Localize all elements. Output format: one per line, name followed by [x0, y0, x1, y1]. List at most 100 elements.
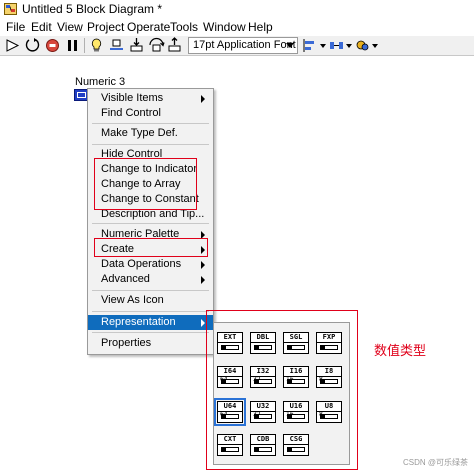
- numeric-bar-icon: [320, 379, 338, 384]
- context-menu: Visible Items Find Control Make Type Def…: [87, 88, 214, 355]
- repr-u16[interactable]: U16 16: [283, 401, 309, 423]
- repr-u32[interactable]: U32 32: [250, 401, 276, 423]
- repr-i16[interactable]: I16 16: [283, 366, 309, 388]
- menu-item-label: Data Operations: [101, 258, 182, 270]
- repr-type-label: EXT: [218, 333, 242, 343]
- run-arrow-icon[interactable]: [4, 37, 21, 54]
- step-out-icon[interactable]: [166, 37, 183, 54]
- menu-separator: [92, 123, 209, 124]
- toolbar: 17pt Application Font: [0, 36, 474, 56]
- repr-type-label: DBL: [251, 333, 275, 343]
- repr-type-label: FXP: [317, 333, 341, 343]
- numeric-bar-icon: [287, 345, 305, 350]
- run-continuous-icon[interactable]: [24, 37, 41, 54]
- chevron-down-icon: [372, 44, 378, 48]
- step-into-icon[interactable]: [128, 37, 145, 54]
- repr-sgl[interactable]: SGL: [283, 332, 309, 354]
- menu-item-label: View As Icon: [101, 294, 164, 306]
- menu-file[interactable]: File: [6, 20, 25, 34]
- numeric-bar-icon: [320, 345, 338, 350]
- numeric-bar-icon: [221, 447, 239, 452]
- repr-cxt[interactable]: CXT: [217, 434, 243, 456]
- highlight-box-create: [94, 238, 208, 257]
- numeric-bar-icon: [254, 345, 272, 350]
- abort-icon[interactable]: [44, 37, 61, 54]
- repr-type-label: SGL: [284, 333, 308, 343]
- numeric-bar-icon: [221, 379, 239, 384]
- numeric-bar-icon: [254, 414, 272, 419]
- numeric-bar-icon: [221, 345, 239, 350]
- repr-csg[interactable]: CSG: [283, 434, 309, 456]
- numeric-bar-icon: [287, 379, 305, 384]
- menu-project[interactable]: Project: [87, 20, 124, 34]
- numeric-bar-icon: [320, 414, 338, 419]
- menu-operate[interactable]: Operate: [127, 20, 170, 34]
- repr-type-label: CXT: [218, 435, 242, 445]
- menu-item-visible-items[interactable]: Visible Items: [88, 91, 213, 106]
- menu-item-advanced[interactable]: Advanced: [88, 272, 213, 287]
- chevron-down-icon: [346, 44, 352, 48]
- submenu-arrow-icon: [201, 261, 205, 269]
- repr-dbl[interactable]: DBL: [250, 332, 276, 354]
- repr-u64[interactable]: U64 64: [214, 398, 246, 426]
- submenu-arrow-icon: [201, 95, 205, 103]
- align-objects-button[interactable]: [302, 37, 326, 54]
- menu-item-data-operations[interactable]: Data Operations: [88, 257, 213, 272]
- repr-type-label: CDB: [251, 435, 275, 445]
- terminal-glyph-icon: [77, 92, 86, 98]
- title-bar: Untitled 5 Block Diagram *: [0, 0, 474, 18]
- menu-item-find-control[interactable]: Find Control: [88, 106, 213, 121]
- menu-help[interactable]: Help: [248, 20, 273, 34]
- repr-ext[interactable]: EXT: [217, 332, 243, 354]
- menu-edit[interactable]: Edit: [31, 20, 52, 34]
- repr-type-label: CSG: [284, 435, 308, 445]
- repr-i32[interactable]: I32 32: [250, 366, 276, 388]
- menu-bar: File Edit View Project Operate Tools Win…: [0, 18, 474, 36]
- repr-cdb[interactable]: CDB: [250, 434, 276, 456]
- step-over-icon[interactable]: [148, 37, 165, 54]
- block-diagram-icon: [4, 3, 17, 15]
- distribute-objects-icon: [330, 42, 343, 49]
- window-title: Untitled 5 Block Diagram *: [22, 2, 163, 16]
- numeric-bar-icon: [254, 447, 272, 452]
- numeric-bar-icon: [287, 447, 305, 452]
- menu-separator: [92, 144, 209, 145]
- menu-view[interactable]: View: [57, 20, 83, 34]
- distribute-objects-button[interactable]: [328, 37, 352, 54]
- menu-tools[interactable]: Tools: [170, 20, 198, 34]
- pause-icon[interactable]: [64, 37, 81, 54]
- annotation-text: 数值类型: [374, 343, 427, 358]
- menu-separator: [92, 332, 209, 333]
- representation-palette: EXT DBL SGL FXP I64 64 I32 32 I16 16 I8 …: [213, 322, 350, 465]
- menu-separator: [92, 311, 209, 312]
- menu-item-representation[interactable]: Representation: [88, 315, 213, 330]
- menu-item-label: Representation: [101, 316, 176, 328]
- repr-u8[interactable]: U8 8: [316, 401, 342, 423]
- menu-separator: [92, 223, 209, 224]
- font-dropdown[interactable]: 17pt Application Font: [188, 37, 298, 54]
- repr-i8[interactable]: I8 8: [316, 366, 342, 388]
- chevron-down-icon: [286, 43, 294, 48]
- menu-item-properties[interactable]: Properties: [88, 336, 213, 351]
- menu-window[interactable]: Window: [203, 20, 246, 34]
- menu-item-label: Properties: [101, 337, 152, 349]
- highlight-box-change-items: [94, 158, 197, 210]
- menu-item-make-type-def[interactable]: Make Type Def.: [88, 126, 213, 141]
- numeric-control-label[interactable]: Numeric 3: [75, 76, 125, 88]
- watermark: CSDN @可乐绿茶: [402, 458, 468, 467]
- reorder-button[interactable]: [354, 37, 378, 54]
- numeric-bar-icon: [254, 379, 272, 384]
- repr-i64[interactable]: I64 64: [217, 366, 243, 388]
- menu-item-label: Find Control: [101, 107, 161, 119]
- retain-wire-values-icon[interactable]: [108, 37, 125, 54]
- chevron-down-icon: [320, 44, 326, 48]
- font-dropdown-value: 17pt Application Font: [193, 39, 296, 51]
- reorder-icon: [356, 40, 369, 51]
- align-objects-icon: [303, 39, 314, 52]
- menu-item-label: Advanced: [101, 273, 150, 285]
- repr-fxp[interactable]: FXP: [316, 332, 342, 354]
- numeric-bar-icon: [287, 414, 305, 419]
- highlight-execution-icon[interactable]: [88, 37, 105, 54]
- menu-item-view-as-icon[interactable]: View As Icon: [88, 293, 213, 308]
- menu-item-label: Visible Items: [101, 92, 164, 104]
